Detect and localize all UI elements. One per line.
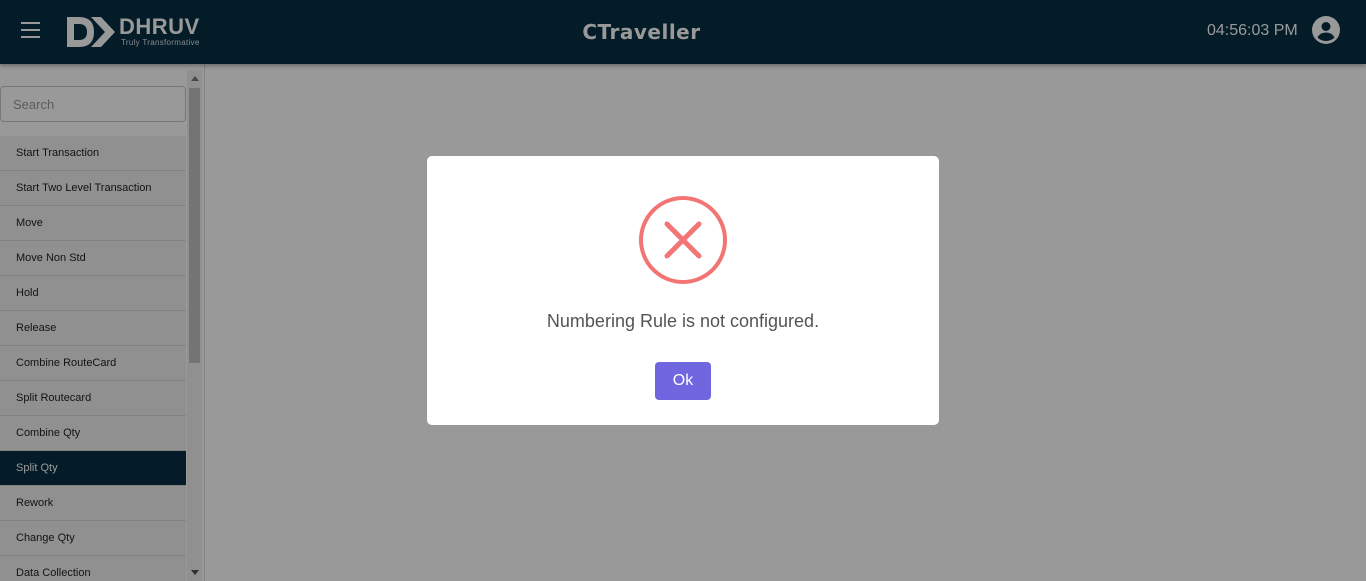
error-dialog: Numbering Rule is not configured. Ok — [427, 156, 939, 425]
ok-button[interactable]: Ok — [655, 362, 711, 400]
error-x-icon — [639, 196, 727, 284]
dialog-message: Numbering Rule is not configured. — [546, 311, 820, 331]
